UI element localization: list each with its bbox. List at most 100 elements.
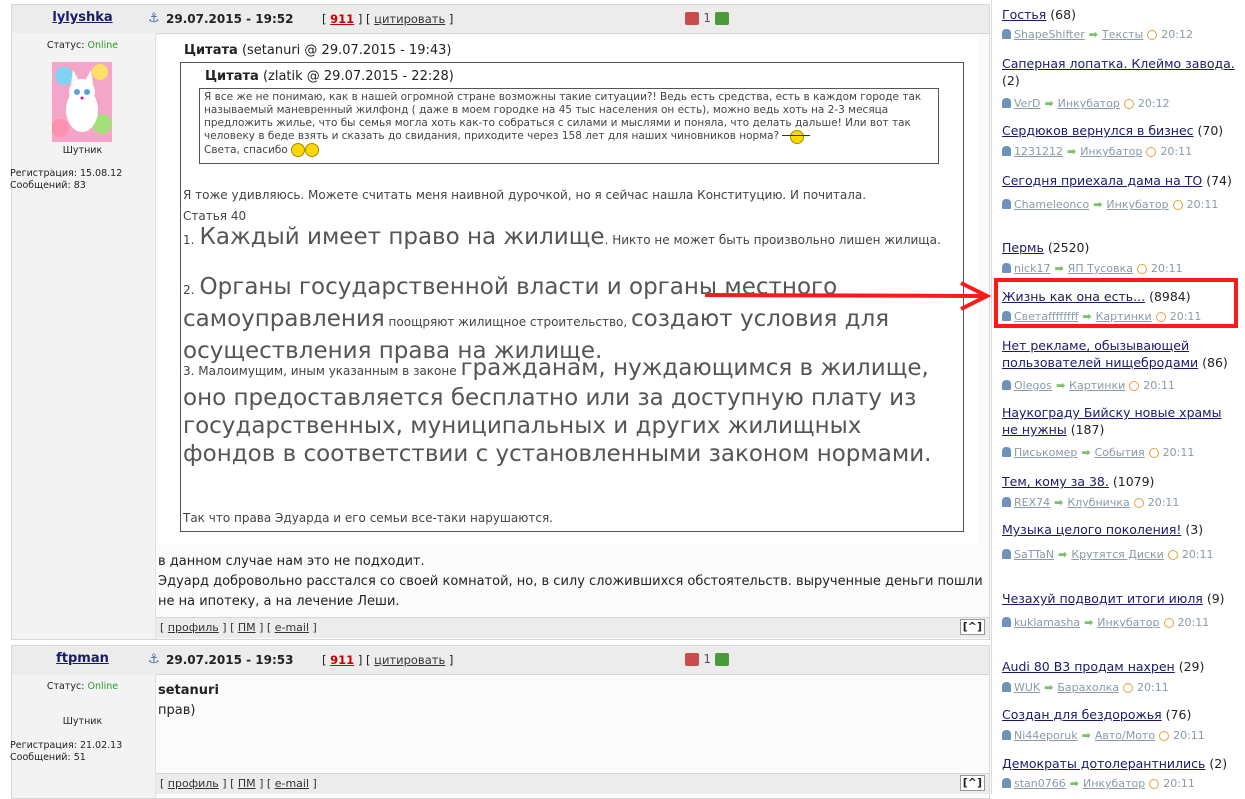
email-link[interactable]: e-mail [275, 777, 309, 790]
email-link[interactable]: e-mail [275, 621, 309, 634]
topic-category-link[interactable]: Крутятся Диски [1071, 548, 1163, 561]
clock-icon [1123, 99, 1134, 109]
post-links: [ 911 ] [ цитировать ] [322, 12, 454, 26]
clock-icon [1136, 264, 1147, 274]
topic-meta: SaTTaN ➡ Крутятся Диски 20:11 [1002, 544, 1242, 565]
topic-author-link[interactable]: ShapeShifter [1014, 28, 1085, 41]
topic-author-link[interactable]: kuklamasha [1014, 616, 1080, 629]
topic-author-link[interactable]: 1231212 [1014, 145, 1063, 158]
topic-author-link[interactable]: Olegos [1014, 379, 1052, 392]
reg-label: Регистрация: [10, 740, 77, 751]
topic-category-link[interactable]: Тексты [1102, 28, 1143, 41]
rating-widget: 1 [685, 11, 729, 25]
username-link[interactable]: lylyshka [52, 10, 112, 25]
clock-icon [1146, 147, 1157, 157]
user-info-panel [12, 674, 156, 798]
topic-link[interactable]: Создан для бездорожья [1002, 707, 1162, 722]
topic-link[interactable]: Музыка целого поколения! [1002, 522, 1181, 537]
topic-author-link[interactable]: REX74 [1014, 496, 1050, 509]
avatar[interactable] [52, 62, 112, 142]
topic-meta: REX74 ➡ Клубничка 20:11 [1002, 496, 1242, 510]
thumb-up-icon[interactable] [715, 11, 729, 25]
profile-link[interactable]: профиль [168, 777, 219, 790]
topic-time: 20:11 [1143, 379, 1175, 392]
topic-category-link[interactable]: Клубничка [1067, 496, 1129, 509]
post-ftpman: [ профиль ] [ ПМ ] [ e-mail ] [^] [11, 645, 990, 799]
topic-category-link[interactable]: События [1095, 446, 1145, 459]
topic-time: 20:11 [1181, 548, 1214, 561]
red-arrow-annotation [705, 281, 992, 311]
latest-topics-sidebar: Гостья (68) ShapeShifter ➡ Тексты 20:12 Сапер… [991, 0, 1245, 794]
topic-author-link[interactable]: WUK [1014, 681, 1040, 694]
msgs-count: 51 [73, 752, 86, 763]
topic-author-link[interactable]: Chameleonco [1014, 198, 1089, 211]
topic-link[interactable]: Демократы дотолерантнились [1002, 756, 1205, 771]
scroll-top-button[interactable]: [^] [959, 775, 985, 791]
arrow-right-icon: ➡ [1067, 145, 1077, 158]
arrow-right-icon: ➡ [1093, 198, 1103, 211]
topic-author-link[interactable]: SaTTaN [1014, 548, 1054, 561]
topic-category-link[interactable]: Инкубатор [1106, 198, 1168, 211]
quote2-label: Цитата [205, 69, 259, 84]
topic-author-link[interactable]: stan0766 [1014, 777, 1066, 790]
topic-category-link[interactable]: Картинки [1069, 379, 1125, 392]
username-link[interactable]: ftpman [56, 651, 109, 666]
reg-date: 15.08.12 [79, 168, 123, 179]
article-2-num: 2. [183, 283, 195, 297]
thumb-up-icon[interactable] [715, 652, 729, 666]
topic-time: 20:11 [1186, 198, 1219, 211]
profile-link[interactable]: профиль [168, 621, 219, 634]
topic-link[interactable]: Сегодня приехала дама на ТО [1002, 173, 1202, 188]
scroll-top-button[interactable]: [^] [959, 619, 985, 635]
topic-link[interactable]: Гостья [1002, 7, 1046, 22]
topic-category-link[interactable]: Инкубатор [1083, 777, 1145, 790]
post-number[interactable]: 911 [330, 653, 354, 667]
topic-category-link[interactable]: Инкубатор [1058, 97, 1120, 110]
clock-icon [1159, 731, 1170, 741]
pm-link[interactable]: ПМ [238, 777, 256, 790]
quote2-thanks: Света, спасибо [204, 144, 288, 156]
post-number[interactable]: 911 [330, 12, 354, 26]
user-icon [1002, 549, 1011, 559]
topic-link[interactable]: Сердюков вернулся в бизнес [1002, 123, 1194, 138]
topic-category-link[interactable]: Инкубатор [1080, 145, 1142, 158]
topic-link[interactable]: Нет рекламе, обызывающей пользователей н… [1002, 338, 1198, 370]
user-registration: Регистрация: 21.02.13 Сообщений: 51 [10, 740, 122, 764]
topic-title: Сердюков вернулся в бизнес (70) [1002, 122, 1238, 139]
topic-category-link[interactable]: ЯП Тусовка [1068, 262, 1133, 275]
topic-link[interactable]: Наукограду Бийску новые храмы не нужны [1002, 405, 1221, 437]
topic-author-link[interactable]: Ni44eporuk [1014, 729, 1078, 742]
topic-link[interactable]: Пермь [1002, 240, 1044, 255]
thumb-down-icon[interactable] [685, 11, 700, 25]
quote-link[interactable]: цитировать [374, 653, 445, 667]
topic-link[interactable]: Audi 80 B3 продам нахрен [1002, 659, 1175, 674]
topic-author-link[interactable]: Писькомер [1014, 446, 1077, 459]
user-status: Статус: Online [11, 681, 154, 692]
topic-category-link[interactable]: Авто/Мото [1095, 729, 1155, 742]
topic-link[interactable]: Саперная лопатка. Клеймо завода. [1002, 56, 1235, 71]
topic-link[interactable]: Чезахуй подводит итоги июля [1002, 591, 1203, 606]
status-label: Статус: [46, 681, 85, 692]
topic-author-link[interactable]: nick17 [1014, 262, 1050, 275]
topic-link[interactable]: Тем, кому за 38. [1002, 474, 1109, 489]
arrow-right-icon: ➡ [1084, 616, 1094, 629]
pm-link[interactable]: ПМ [238, 621, 256, 634]
quote-link[interactable]: цитировать [374, 12, 445, 26]
topic-time: 20:12 [1161, 28, 1193, 41]
topic-author-link[interactable]: VerD [1014, 97, 1040, 110]
arrow-right-icon: ➡ [1081, 729, 1091, 742]
post-body: setanuri прав) [158, 681, 988, 721]
topic-meta: nick17 ➡ ЯП Тусовка 20:11 [1002, 262, 1242, 276]
anchor-icon[interactable]: ⚓ [148, 652, 160, 667]
thumb-down-icon[interactable] [685, 652, 700, 666]
anchor-icon[interactable]: ⚓ [148, 11, 160, 26]
user-icon [1002, 98, 1011, 108]
arrow-right-icon: ➡ [1044, 97, 1054, 110]
topic-category-link[interactable]: Барахолка [1057, 681, 1119, 694]
quote2-header: Цитата (zlatik @ 29.07.2015 - 22:28) [205, 69, 454, 84]
topic-category-link[interactable]: Инкубатор [1097, 616, 1159, 629]
smiley-icon [305, 143, 320, 157]
constitution-article-3: 3. Малоимущим, иным указанным в законе г… [183, 355, 948, 469]
topic-title: Сегодня приехала дама на ТО (74) [1002, 172, 1238, 189]
user-icon [1002, 263, 1011, 273]
